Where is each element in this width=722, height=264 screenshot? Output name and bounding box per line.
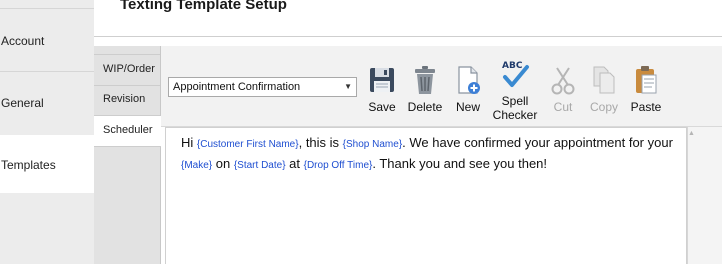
copy-icon [593,66,615,94]
spell-checker-button[interactable]: ABC Spell Checker [488,54,542,122]
clipboard-icon [636,66,657,94]
delete-label: Delete [407,100,443,114]
nav-item-general[interactable]: General [0,72,94,134]
toolbar: Appointment Confirmation ▼ Save Delete N… [161,46,722,127]
spell-label-line1: Spell [501,94,529,108]
tab-revision[interactable]: Revision [94,85,160,116]
copy-button[interactable]: Copy [584,54,624,120]
left-navigation: Account General Templates [0,0,94,264]
dropdown-arrow-icon: ▼ [344,82,352,91]
scroll-up-arrow-icon[interactable]: ▲ [688,130,695,137]
text-segment: . We have confirmed your appointment for… [402,135,673,150]
scissors-icon [551,67,575,95]
template-text-editor[interactable]: Hi {Customer First Name}, this is {Shop … [165,127,687,264]
copy-label: Copy [589,100,618,114]
editor-scrollbar[interactable]: ▲ [687,127,722,264]
new-document-icon [458,66,480,94]
nav-item-account[interactable]: Account [0,8,94,72]
new-label: New [455,100,480,114]
tab-scheduler[interactable]: Scheduler [94,116,161,147]
tab-label: WIP/Order [103,63,155,75]
paste-button[interactable]: Paste [626,54,666,120]
cut-label: Cut [553,100,573,114]
paste-label: Paste [630,100,662,114]
save-button[interactable]: Save [362,54,402,120]
text-segment: at [285,156,304,171]
text-segment: Hi [181,135,197,150]
merge-field-drop-off-time: {Drop Off Time} [303,160,373,171]
side-tab-strip: WIP/Order Revision Scheduler [94,46,161,264]
svg-text:ABC: ABC [502,61,523,71]
text-segment: . Thank you and see you then! [372,156,548,171]
tab-wip-order[interactable]: WIP/Order [94,54,160,86]
template-body: Hi {Customer First Name}, this is {Shop … [181,133,681,175]
tab-label: Scheduler [103,124,153,136]
new-button[interactable]: New [448,54,488,120]
title-divider [94,36,722,37]
text-segment: on [212,156,234,171]
merge-field-customer-first-name: {Customer First Name} [196,139,299,150]
nav-item-label: Account [1,34,45,48]
merge-field-shop-name: {Shop Name} [342,139,403,150]
spell-label-line2: Checker [492,108,538,122]
nav-item-label: General [1,96,44,110]
template-select[interactable]: Appointment Confirmation ▼ [168,77,357,97]
spell-checker-label: Spell Checker [488,94,542,122]
merge-field-make: {Make} [181,160,213,171]
cut-button[interactable]: Cut [544,54,582,120]
nav-item-templates[interactable]: Templates [0,135,94,193]
template-select-value: Appointment Confirmation [173,81,301,93]
merge-field-start-date: {Start Date} [233,160,286,171]
spell-check-icon: ABC [502,61,529,87]
page-title: Texting Template Setup [120,0,287,13]
save-label: Save [368,100,396,114]
trash-can-icon [415,66,435,94]
nav-item-label: Templates [1,158,56,172]
tab-label: Revision [103,93,146,105]
delete-button[interactable]: Delete [404,54,446,120]
floppy-disk-icon [370,68,394,92]
text-segment: , this is [298,135,343,150]
